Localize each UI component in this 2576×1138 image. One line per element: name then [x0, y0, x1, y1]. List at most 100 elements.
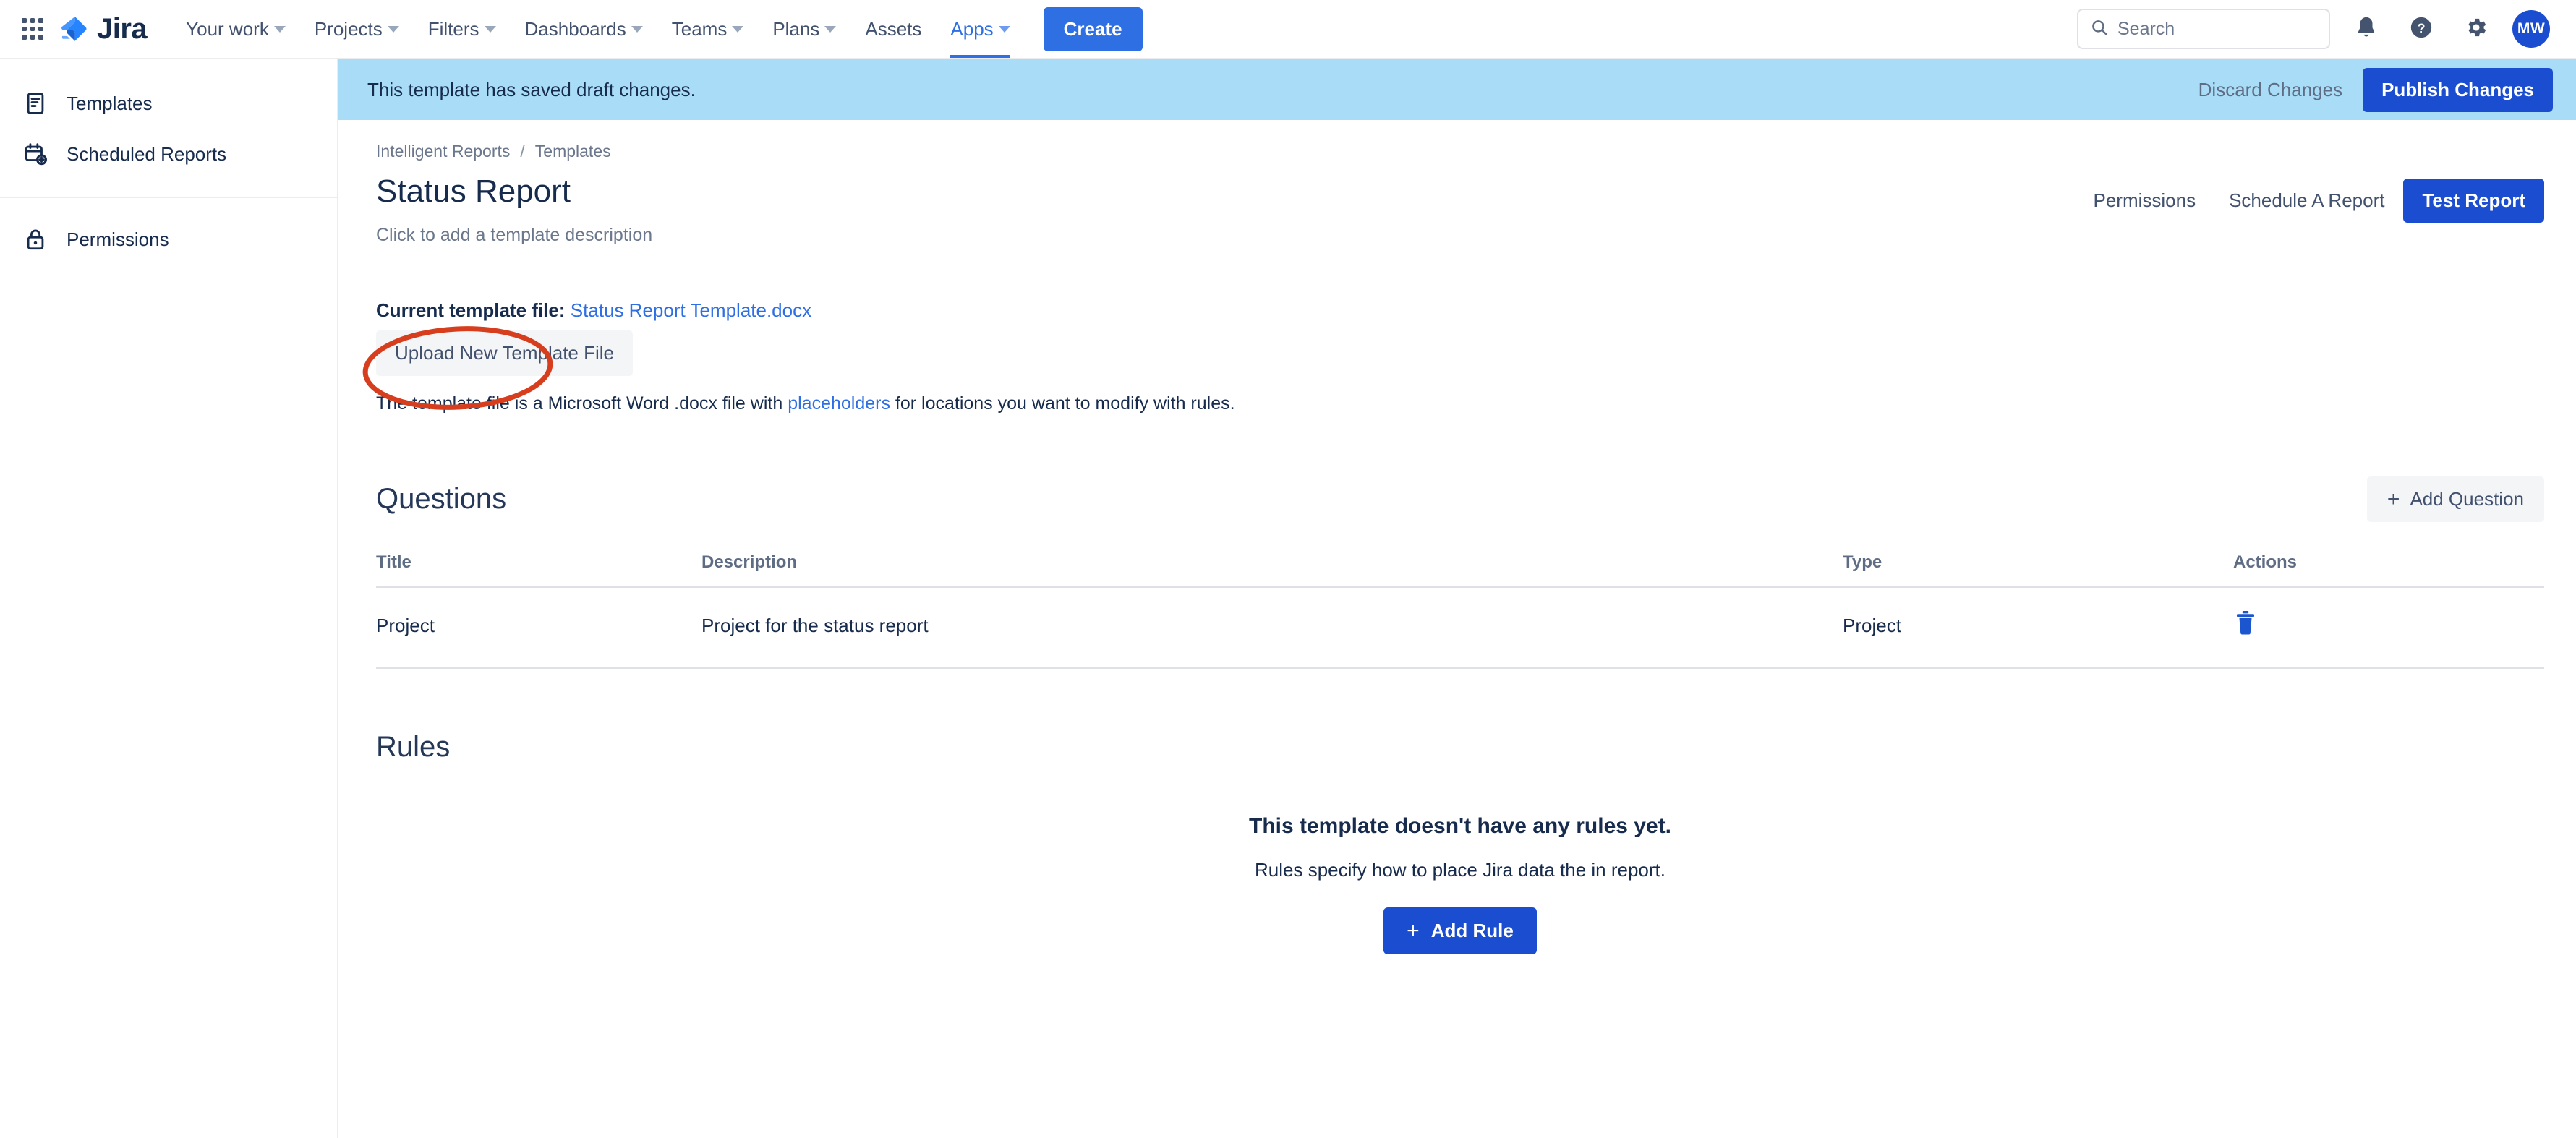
notifications-button[interactable]: [2347, 10, 2385, 48]
search-icon: [2090, 18, 2109, 40]
rules-empty-state: This template doesn't have any rules yet…: [376, 814, 2544, 954]
sidebar: Templates Scheduled Reports: [0, 59, 338, 1138]
rules-empty-title: This template doesn't have any rules yet…: [376, 814, 2544, 839]
add-rule-button[interactable]: + Add Rule: [1383, 907, 1537, 954]
chevron-down-icon: [388, 26, 399, 33]
column-header-type: Type: [1843, 552, 2233, 587]
template-file-help-text: The template file is a Microsoft Word .d…: [376, 393, 2544, 414]
nav-items: Your work Projects Filters Dashboards Te…: [171, 0, 1024, 58]
plus-icon: +: [2387, 489, 2400, 510]
lock-icon: [22, 226, 49, 253]
schedule-a-report-button[interactable]: Schedule A Report: [2214, 179, 2399, 222]
current-template-file-label: Current template file:: [376, 299, 566, 321]
help-suffix: for locations you want to modify with ru…: [890, 393, 1235, 414]
help-button[interactable]: ?: [2402, 10, 2440, 48]
breadcrumb-parent[interactable]: Intelligent Reports: [376, 142, 510, 161]
add-rule-label: Add Rule: [1431, 920, 1514, 942]
test-report-button[interactable]: Test Report: [2403, 179, 2544, 223]
nav-item-your-work[interactable]: Your work: [171, 0, 300, 58]
nav-item-plans[interactable]: Plans: [758, 0, 850, 58]
nav-right-actions: Search ?: [2077, 9, 2550, 49]
help-prefix: The template file is a Microsoft Word .d…: [376, 393, 788, 414]
cell-title: Project: [376, 587, 701, 668]
questions-table-body: Project Project for the status report Pr…: [376, 587, 2544, 668]
jira-logo[interactable]: Jira: [59, 14, 147, 44]
page-header-text: Status Report Click to add a template de…: [376, 174, 652, 246]
template-description-input[interactable]: Click to add a template description: [376, 225, 652, 246]
add-question-label: Add Question: [2410, 488, 2524, 510]
nav-label: Assets: [865, 18, 921, 40]
questions-table-head: Title Description Type Actions: [376, 552, 2544, 587]
sidebar-item-permissions[interactable]: Permissions: [0, 214, 337, 265]
discard-changes-button[interactable]: Discard Changes: [2185, 69, 2355, 111]
settings-button[interactable]: [2457, 10, 2495, 48]
sidebar-divider: [0, 197, 337, 198]
breadcrumb: Intelligent Reports / Templates: [376, 142, 2544, 161]
nav-item-projects[interactable]: Projects: [300, 0, 414, 58]
banner-actions: Discard Changes Publish Changes: [2185, 68, 2553, 112]
page-shell: Templates Scheduled Reports: [0, 59, 2576, 1138]
jira-wordmark: Jira: [97, 14, 147, 43]
breadcrumb-current[interactable]: Templates: [535, 142, 611, 161]
svg-text:?: ?: [2417, 20, 2425, 35]
chevron-down-icon: [274, 26, 286, 33]
document-icon: [22, 90, 49, 117]
column-header-description: Description: [701, 552, 1843, 587]
cell-type: Project: [1843, 587, 2233, 668]
chevron-down-icon: [485, 26, 496, 33]
page-header: Status Report Click to add a template de…: [376, 174, 2544, 246]
cell-description: Project for the status report: [701, 587, 1843, 668]
sidebar-item-label: Templates: [67, 93, 153, 115]
draft-changes-banner: This template has saved draft changes. D…: [338, 59, 2576, 120]
cell-actions: [2233, 587, 2544, 668]
chevron-down-icon: [824, 26, 836, 33]
content-area: This template has saved draft changes. D…: [338, 59, 2576, 1138]
sidebar-item-scheduled-reports[interactable]: Scheduled Reports: [0, 129, 337, 179]
add-question-button[interactable]: + Add Question: [2367, 476, 2544, 522]
page-header-actions: Permissions Schedule A Report Test Repor…: [2078, 174, 2544, 223]
chevron-down-icon: [999, 26, 1010, 33]
search-input[interactable]: Search: [2077, 9, 2330, 49]
nav-label: Teams: [672, 18, 728, 40]
sidebar-item-templates[interactable]: Templates: [0, 78, 337, 129]
template-file-link[interactable]: Status Report Template.docx: [571, 299, 811, 321]
sidebar-item-label: Permissions: [67, 228, 169, 251]
nav-label: Dashboards: [525, 18, 626, 40]
template-file-section: Current template file: Status Report Tem…: [376, 299, 2544, 414]
nav-item-teams[interactable]: Teams: [657, 0, 759, 58]
top-navigation-bar: Jira Your work Projects Filters Dashboar…: [0, 0, 2576, 59]
nav-item-filters[interactable]: Filters: [414, 0, 511, 58]
nav-label: Plans: [772, 18, 819, 40]
nav-item-apps[interactable]: Apps: [936, 0, 1024, 58]
page-title: Status Report: [376, 174, 652, 209]
breadcrumb-separator: /: [520, 142, 524, 161]
questions-section: Questions + Add Question Title Descripti…: [376, 476, 2544, 669]
nav-item-assets[interactable]: Assets: [850, 0, 936, 58]
permissions-button[interactable]: Permissions: [2078, 179, 2210, 222]
chevron-down-icon: [732, 26, 743, 33]
help-circle-icon: ?: [2409, 15, 2434, 43]
publish-changes-button[interactable]: Publish Changes: [2363, 68, 2553, 112]
nav-label: Filters: [428, 18, 479, 40]
gear-icon: [2464, 15, 2488, 43]
upload-new-template-file-button[interactable]: Upload New Template File: [376, 330, 633, 376]
app-switcher-icon[interactable]: [16, 12, 49, 46]
rules-empty-subtitle: Rules specify how to place Jira data the…: [376, 859, 2544, 881]
jira-logo-icon: [59, 14, 90, 44]
rules-title: Rules: [376, 731, 450, 763]
nav-label: Projects: [315, 18, 383, 40]
chevron-down-icon: [631, 26, 643, 33]
sidebar-item-label: Scheduled Reports: [67, 143, 226, 166]
delete-question-button[interactable]: [2233, 609, 2258, 639]
plus-icon: +: [1407, 920, 1420, 942]
avatar[interactable]: MW: [2512, 10, 2550, 48]
bell-icon: [2354, 15, 2379, 43]
rules-section: Rules This template doesn't have any rul…: [376, 731, 2544, 954]
nav-item-dashboards[interactable]: Dashboards: [511, 0, 657, 58]
placeholders-link[interactable]: placeholders: [788, 393, 890, 414]
nav-label: Apps: [950, 18, 993, 40]
table-header-row: Title Description Type Actions: [376, 552, 2544, 587]
search-placeholder: Search: [2117, 19, 2175, 40]
rules-header: Rules: [376, 731, 2544, 763]
create-button[interactable]: Create: [1044, 7, 1143, 51]
